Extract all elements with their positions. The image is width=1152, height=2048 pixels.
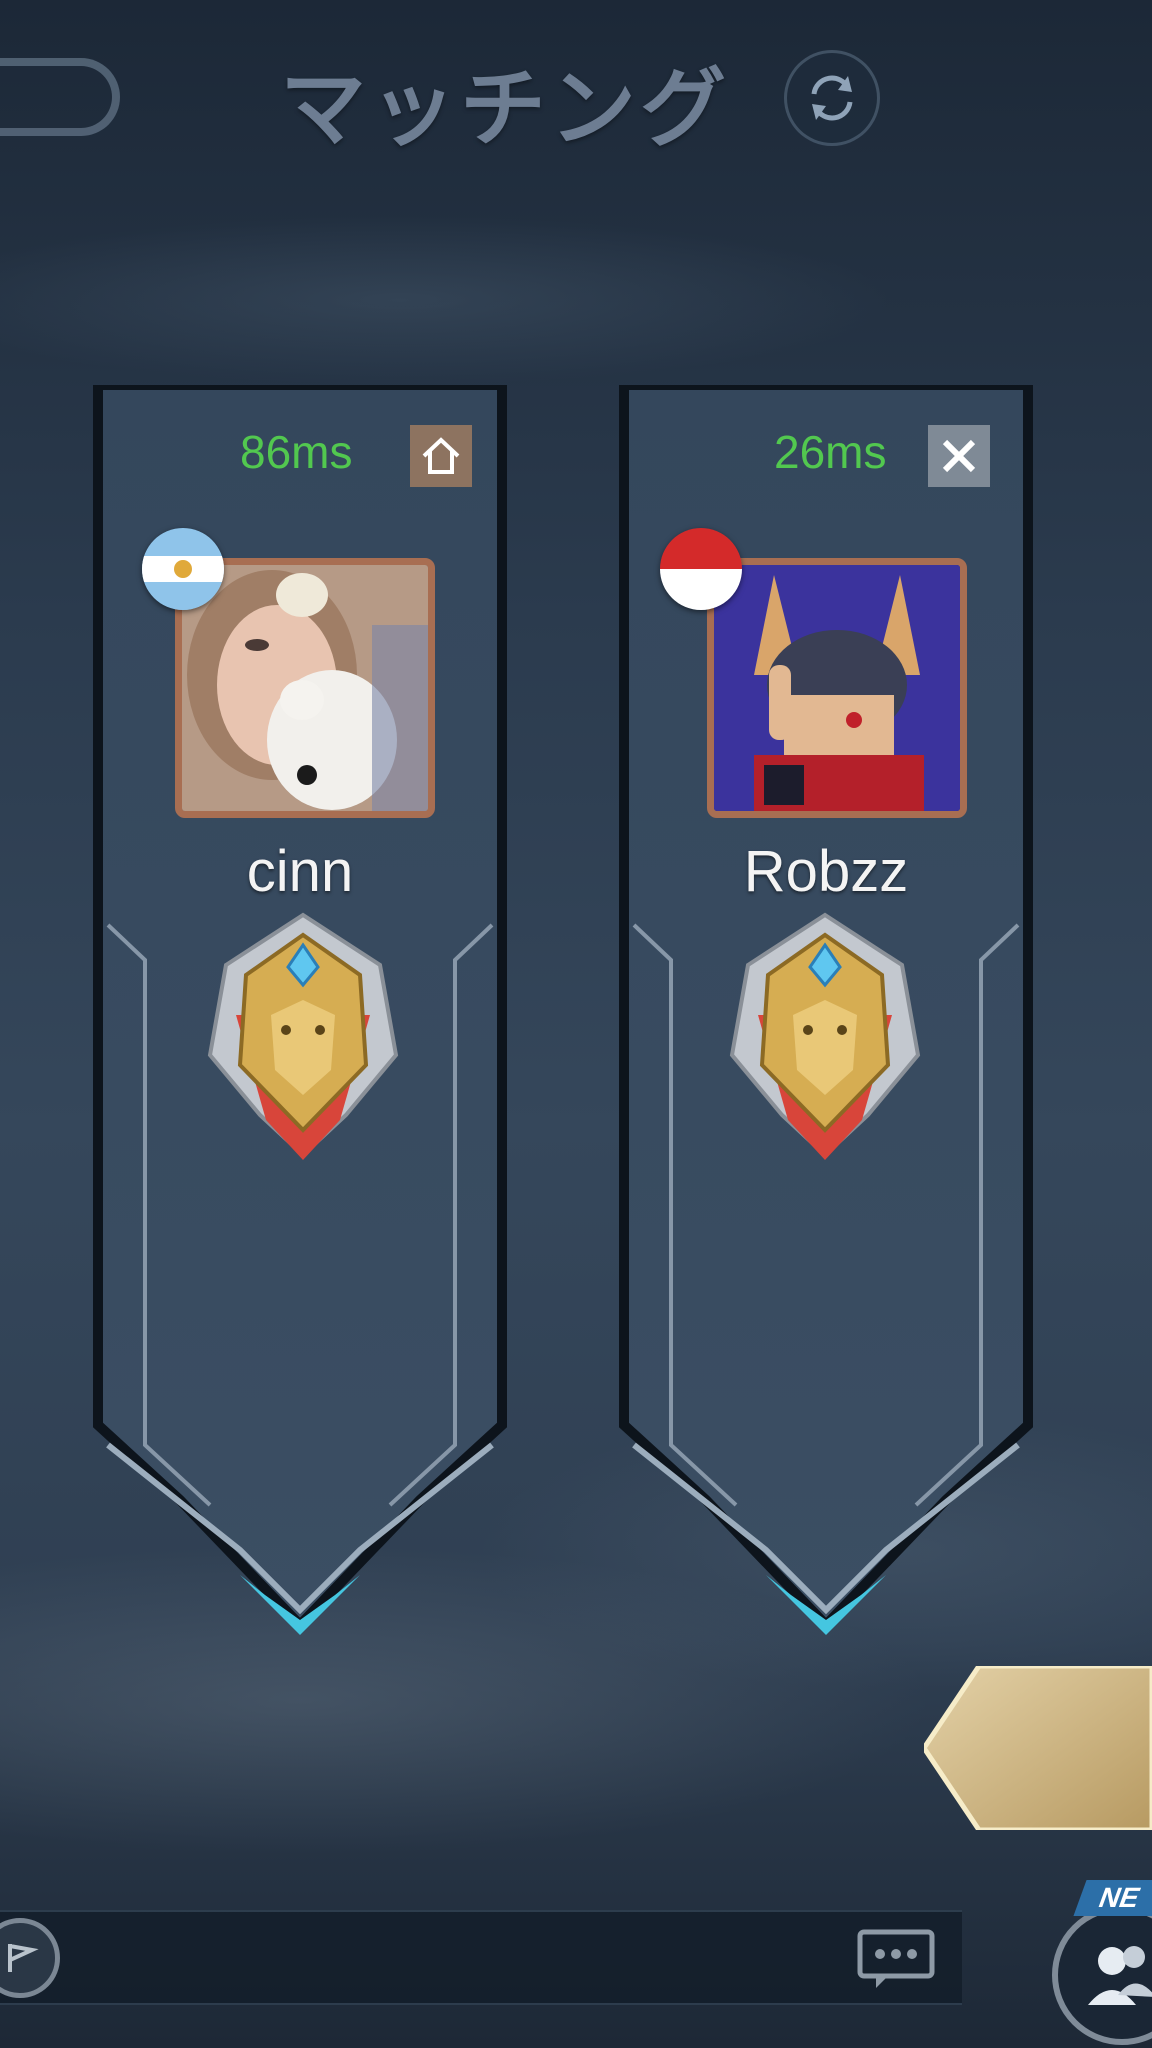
page-title: マッチング <box>280 58 730 159</box>
player-avatar[interactable] <box>707 558 967 818</box>
ping-label: 26ms <box>774 426 887 478</box>
close-icon <box>942 439 976 473</box>
argentina-flag <box>142 528 224 610</box>
friends-icon <box>1088 1946 1152 2005</box>
status-home-box <box>410 425 472 487</box>
horned-ninja-hero-avatar <box>714 565 960 811</box>
player-avatar[interactable] <box>175 558 435 818</box>
ping-label: 86ms <box>240 426 353 478</box>
rank-badge <box>196 905 410 1169</box>
rank-badge <box>718 905 932 1169</box>
flag-icon <box>8 1944 39 1972</box>
chat-icon[interactable] <box>856 1928 936 1996</box>
chat-input-bar[interactable] <box>0 1910 962 2005</box>
start-button[interactable] <box>920 1663 1152 1833</box>
friends-button[interactable] <box>1052 1905 1152 2045</box>
status-close-box[interactable] <box>928 425 990 487</box>
new-badge: NE <box>1073 1880 1152 1916</box>
refresh-icon <box>811 75 853 121</box>
home-icon <box>422 437 460 474</box>
lion-rank-icon <box>729 912 921 1160</box>
refresh-button[interactable] <box>784 50 880 146</box>
back-button[interactable] <box>0 58 120 136</box>
girl-with-plush-avatar <box>182 565 428 811</box>
player-name: Robzz <box>743 839 909 904</box>
player-name: cinn <box>246 839 354 904</box>
indonesia-flag <box>660 528 742 610</box>
lion-rank-icon <box>207 912 399 1160</box>
